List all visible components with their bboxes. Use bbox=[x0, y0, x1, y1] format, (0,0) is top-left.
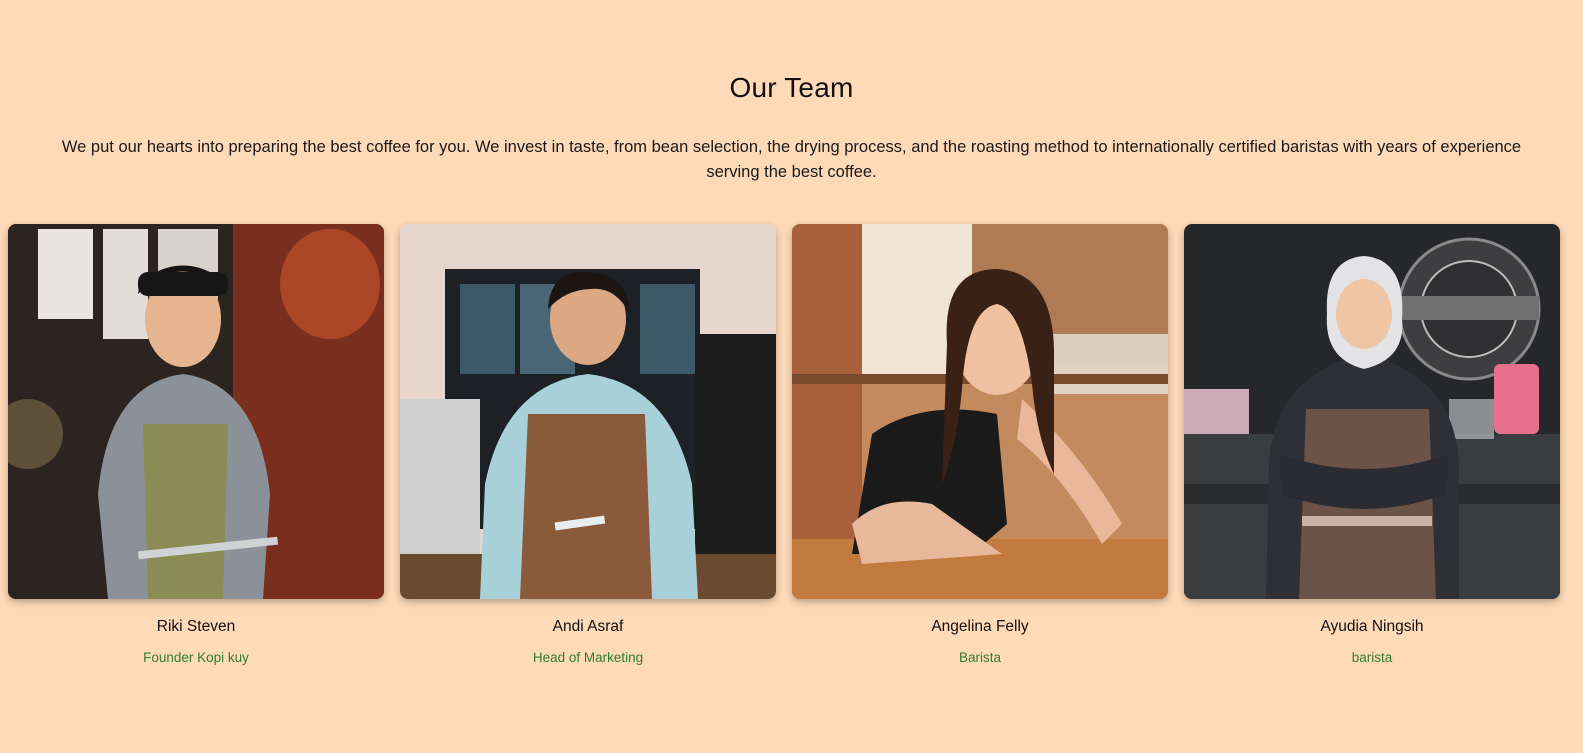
team-member-role: Barista bbox=[958, 650, 1002, 665]
team-member-role: barista bbox=[1351, 650, 1393, 665]
team-member-photo bbox=[8, 224, 384, 599]
team-member-role: Head of Marketing bbox=[532, 650, 644, 665]
team-card: Ayudia Ningsih barista bbox=[1184, 224, 1560, 665]
team-member-role: Founder Kopi kuy bbox=[143, 650, 249, 665]
section-description: We put our hearts into preparing the bes… bbox=[61, 138, 1522, 181]
team-section: Our Team We put our hearts into preparin… bbox=[0, 0, 1583, 753]
team-member-name: Andi Asraf bbox=[552, 618, 624, 635]
team-card: Riki Steven Founder Kopi kuy bbox=[8, 224, 384, 665]
team-cards: Riki Steven Founder Kopi kuy Andi Asraf … bbox=[8, 224, 1576, 684]
barista-photo-2 bbox=[400, 224, 776, 599]
barista-photo-3 bbox=[792, 224, 1168, 599]
team-member-photo bbox=[792, 224, 1168, 599]
team-member-photo bbox=[400, 224, 776, 599]
team-card: Andi Asraf Head of Marketing bbox=[400, 224, 776, 665]
team-card: Angelina Felly Barista bbox=[792, 224, 1168, 665]
barista-photo-1 bbox=[8, 224, 384, 599]
team-member-photo bbox=[1184, 224, 1560, 599]
team-member-name: Riki Steven bbox=[156, 618, 236, 635]
barista-photo-4 bbox=[1184, 224, 1560, 599]
team-member-name: Angelina Felly bbox=[931, 618, 1029, 635]
section-title: Our Team bbox=[729, 72, 854, 103]
team-member-name: Ayudia Ningsih bbox=[1320, 618, 1424, 635]
